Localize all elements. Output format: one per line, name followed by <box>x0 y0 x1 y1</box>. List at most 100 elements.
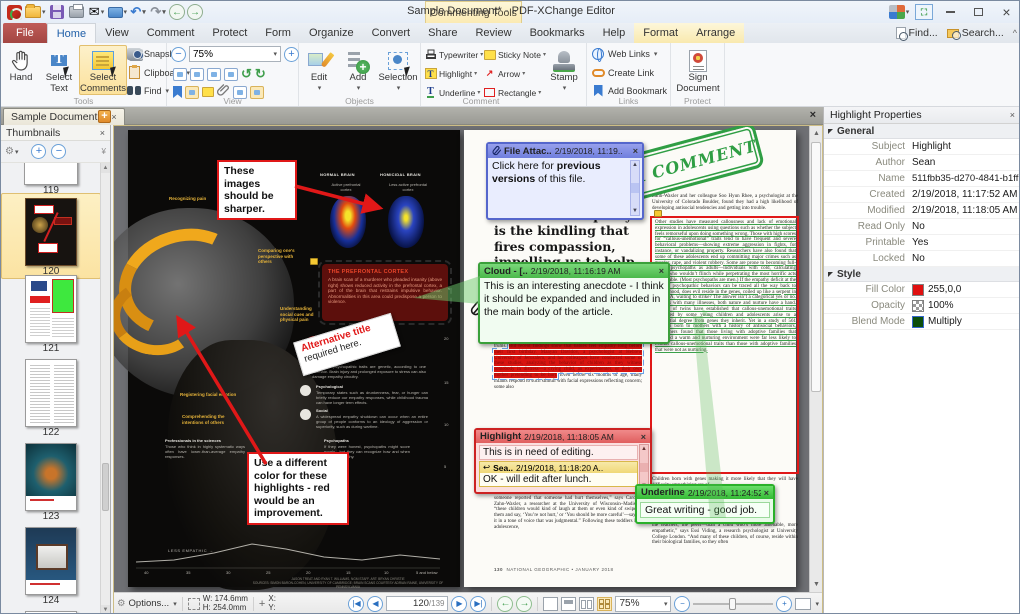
tab-arrange[interactable]: Arrange <box>687 23 744 43</box>
thumbnail-item-122[interactable]: 122 <box>1 359 100 438</box>
tab-convert[interactable]: Convert <box>363 23 420 43</box>
zoom-in-button[interactable]: + <box>776 596 792 612</box>
property-row-locked[interactable]: LockedNo <box>824 251 1020 267</box>
maximize-button[interactable] <box>966 3 991 21</box>
underline-note[interactable]: Underline 2/19/2018, 11:24:52 AM × Great… <box>635 484 775 524</box>
tab-form[interactable]: Form <box>256 23 300 43</box>
fit-height-button[interactable] <box>224 68 238 81</box>
property-row-author[interactable]: AuthorSean <box>824 155 1020 171</box>
next-page-button[interactable]: ▶ <box>451 596 467 612</box>
hand-tool-button[interactable]: Hand <box>3 45 39 85</box>
zoom-slider[interactable] <box>693 603 773 605</box>
tab-format[interactable]: Format <box>634 23 687 43</box>
tab-protect[interactable]: Protect <box>203 23 256 43</box>
minimize-button[interactable] <box>938 3 963 21</box>
file-attachment-note[interactable]: File Attac.. 2/19/2018, 11:19.. × Click … <box>486 142 644 220</box>
select-text-button[interactable]: T Select Text <box>41 45 77 95</box>
fit-visible-button[interactable] <box>207 68 221 81</box>
sticky-note-marker-icon[interactable] <box>310 258 318 265</box>
property-row-modified[interactable]: Modified2/19/2018, 11:18:05 AM <box>824 203 1020 219</box>
tab-bookmarks[interactable]: Bookmarks <box>521 23 594 43</box>
two-page-layout-button[interactable] <box>579 597 594 611</box>
property-row-opacity[interactable]: Opacity100% <box>824 298 1020 314</box>
tab-file[interactable]: File <box>3 23 47 43</box>
close-note-icon[interactable]: × <box>633 146 638 156</box>
reply-note[interactable]: ↩ Sea.. 2/19/2018, 11:18:20 A.. OK - wil… <box>479 461 638 487</box>
close-thumbnails-icon[interactable]: × <box>100 128 105 138</box>
next-view-button[interactable]: → <box>516 596 532 612</box>
callout-sharper-annotation[interactable]: These images should be sharper. <box>217 160 297 220</box>
zoom-out-button[interactable]: − <box>674 596 690 612</box>
prefrontal-cortex-infobox[interactable]: THE PREFRONTAL CORTEX A brain scan of a … <box>322 264 448 321</box>
rectangle-annotation[interactable]: Other studies have measured callousness … <box>650 216 799 474</box>
note-scrollbar[interactable]: ▲▼ <box>630 160 640 216</box>
opacity-swatch[interactable] <box>912 300 924 312</box>
section-style[interactable]: Style <box>824 267 1020 282</box>
search-button[interactable]: Search... <box>947 27 1004 39</box>
open-file-button[interactable]: ▾ <box>25 3 46 21</box>
edit-button[interactable]: Edit▾ <box>301 45 337 95</box>
thumbnails-zoom-in-button[interactable]: + <box>31 144 46 159</box>
property-row-fill-color[interactable]: Fill Color255,0,0 <box>824 282 1020 298</box>
scroll-down-icon[interactable]: ▼ <box>101 605 110 614</box>
arrow-tool-button[interactable]: ↗Arrow▾ <box>483 66 525 81</box>
close-note-icon[interactable]: × <box>641 432 646 442</box>
history-back-button[interactable]: ← <box>169 4 185 20</box>
property-row-name[interactable]: Name511fbb35-d270-4841-b1ffbaa137.. <box>824 171 1020 187</box>
scroll-up-icon[interactable]: ▲ <box>101 163 110 173</box>
select-comments-button[interactable]: Select Comments <box>79 45 127 95</box>
scroll-down-icon[interactable]: ▼ <box>810 578 822 591</box>
add-button[interactable]: Add▾ <box>341 45 375 95</box>
thumbnail-item-123[interactable]: 123 <box>1 443 100 522</box>
fullscreen-button[interactable]: ⛶ <box>913 3 935 21</box>
previous-page-button[interactable]: ◀ <box>367 596 383 612</box>
close-document-tab-icon[interactable]: × <box>111 112 116 122</box>
previous-view-button[interactable]: ← <box>497 596 513 612</box>
tab-share[interactable]: Share <box>419 23 466 43</box>
new-document-tab-button[interactable]: + <box>98 110 111 123</box>
web-links-button[interactable]: Web Links▾ <box>591 46 657 61</box>
property-row-subject[interactable]: SubjectHighlight <box>824 139 1020 155</box>
highlight-note[interactable]: Highlight 2/19/2018, 11:18:05 AM × This … <box>474 428 652 494</box>
fill-color-swatch[interactable] <box>912 284 924 296</box>
section-general[interactable]: General <box>824 124 1020 139</box>
close-note-icon[interactable]: × <box>659 266 664 276</box>
save-button[interactable] <box>48 3 66 21</box>
tab-comment[interactable]: Comment <box>138 23 204 43</box>
rotate-cw-button[interactable]: ↻ <box>255 66 266 82</box>
fit-page-button[interactable] <box>173 68 187 81</box>
zoom-level-combobox[interactable]: 75%▾ <box>615 596 671 612</box>
close-note-icon[interactable]: × <box>764 488 769 498</box>
cloud-note[interactable]: Cloud - [.. 2/19/2018, 11:16:19 AM × Thi… <box>478 262 670 344</box>
selection-button[interactable]: Selection▾ <box>377 45 419 95</box>
blend-mode-swatch[interactable] <box>912 316 924 328</box>
thumbnails-scrollbar[interactable]: ▲ ▼ <box>100 163 110 614</box>
single-page-layout-button[interactable] <box>543 597 558 611</box>
scroll-up-icon[interactable]: ▲ <box>810 127 822 140</box>
zoom-level-combobox[interactable]: 75%▾ <box>189 46 281 62</box>
page-number-input[interactable]: 120/139 <box>386 596 448 611</box>
sticky-note-button[interactable]: Sticky Note▾ <box>483 47 546 62</box>
scan-device-button[interactable]: ▾ <box>108 3 128 21</box>
stamp-button[interactable]: Stamp▾ <box>544 45 584 95</box>
thumbnails-options-button[interactable]: ⚙▾ <box>5 146 18 157</box>
undo-button[interactable]: ↶▾ <box>129 3 147 21</box>
thumbnail-item-124[interactable]: 124 <box>1 527 100 606</box>
zoom-slider-thumb[interactable] <box>729 598 736 610</box>
create-link-button[interactable]: Create Link <box>591 65 654 80</box>
document-view[interactable]: Recognizing pain Comparing one's perspec… <box>114 126 822 592</box>
ui-options-button[interactable]: ▾ <box>888 3 910 21</box>
rotate-ccw-button[interactable]: ↺ <box>241 66 252 82</box>
typewriter-button[interactable]: Typewriter▾ <box>424 47 483 62</box>
zoom-out-button[interactable]: − <box>171 47 186 62</box>
options-button[interactable]: Options... <box>129 598 170 609</box>
collapse-ribbon-button[interactable]: ^ <box>1013 28 1017 38</box>
thumbnail-item-119[interactable]: 119 <box>1 163 100 196</box>
sticky-note-marker-icon[interactable] <box>654 210 662 217</box>
property-row-readonly[interactable]: Read OnlyNo <box>824 219 1020 235</box>
tab-help[interactable]: Help <box>594 23 635 43</box>
thumbnails-zoom-out-button[interactable]: − <box>51 144 66 159</box>
tab-review[interactable]: Review <box>466 23 520 43</box>
sign-document-button[interactable]: Sign Document <box>674 45 722 95</box>
first-page-button[interactable]: |◀ <box>348 596 364 612</box>
